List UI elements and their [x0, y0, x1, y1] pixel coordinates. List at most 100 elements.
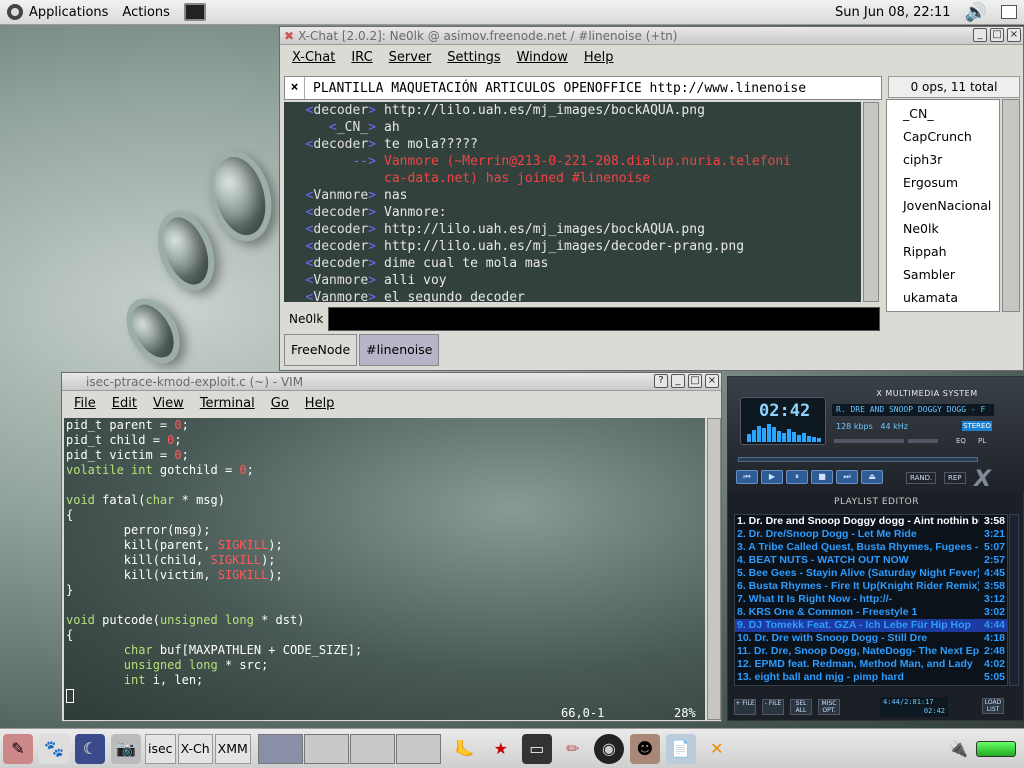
vim-help-button[interactable]: ?: [654, 374, 668, 388]
chat-nick[interactable]: <decoder>: [294, 136, 384, 153]
xmms-pl-toggle[interactable]: PL: [978, 437, 986, 445]
chat-nick[interactable]: <Vanmore>: [294, 187, 384, 204]
xmms-volume-slider[interactable]: [834, 439, 904, 443]
stop-button[interactable]: ■: [811, 470, 833, 484]
remove-file-button[interactable]: - FILE: [762, 699, 784, 715]
chat-nick[interactable]: <decoder>: [294, 102, 384, 119]
menu-help[interactable]: Help: [576, 50, 622, 65]
workspace-4[interactable]: [395, 733, 441, 764]
playlist-item[interactable]: 3. A Tribe Called Quest, Busta Rhymes, F…: [735, 541, 1007, 554]
minimize-button[interactable]: _: [973, 28, 987, 42]
playlist-item[interactable]: 5. Bee Gees - Stayin Alive (Saturday Nig…: [735, 567, 1007, 580]
nick-item[interactable]: ukamata: [887, 286, 999, 309]
vim-menu-help[interactable]: Help: [297, 396, 343, 411]
add-file-button[interactable]: + FILE: [734, 699, 756, 715]
xmms-seek-bar[interactable]: [738, 457, 978, 462]
face-icon[interactable]: ☻: [629, 733, 660, 764]
nick-item[interactable]: CapCrunch: [887, 125, 999, 148]
menu-irc[interactable]: IRC: [343, 50, 380, 65]
xmms-rand-button[interactable]: RAND.: [906, 472, 937, 484]
vim-menu-view[interactable]: View: [145, 396, 192, 411]
show-desktop-icon[interactable]: ✎: [3, 733, 33, 764]
xmms-visualizer[interactable]: [747, 422, 821, 442]
tab-freenode[interactable]: FreeNode: [284, 334, 358, 366]
pause-button[interactable]: ⏸: [786, 470, 808, 484]
eject-button[interactable]: ⏏: [861, 470, 883, 484]
nick-list[interactable]: _CN_ CapCrunch ciph3r Ergosum JovenNacional N…: [886, 99, 1000, 312]
document-icon[interactable]: 📄: [665, 733, 696, 764]
nick-item[interactable]: Rippah: [887, 240, 999, 263]
playlist-item[interactable]: 10. Dr. Dre with Snoop Dogg - Still Dre 4…: [735, 632, 1007, 645]
close-button[interactable]: ×: [1007, 28, 1021, 42]
chat-nick[interactable]: <Vanmore>: [294, 272, 384, 289]
terminal-icon-2[interactable]: ▭: [521, 733, 552, 764]
chat-nick[interactable]: <decoder>: [294, 204, 384, 221]
select-all-button[interactable]: SEL ALL: [790, 699, 812, 715]
workspace-2[interactable]: [303, 733, 349, 764]
window-list-button[interactable]: [994, 0, 1024, 24]
vim-menu-edit[interactable]: Edit: [104, 396, 145, 411]
playlist-scrollbar[interactable]: [1009, 514, 1019, 686]
playlist[interactable]: 1. Dr. Dre and Snoop Doggy dogg - Aint n…: [734, 514, 1008, 686]
clock[interactable]: Sun Jun 08, 22:11: [828, 0, 958, 24]
nick-item[interactable]: Sambler: [887, 263, 999, 286]
xmms-launcher-icon[interactable]: ✕: [702, 734, 732, 764]
tab-linenoise[interactable]: #linenoise: [359, 334, 440, 366]
star-icon[interactable]: ★: [486, 734, 516, 764]
my-nick-label[interactable]: Ne0lk: [284, 308, 328, 330]
xchat-titlebar[interactable]: ✖ X-Chat [2.0.2]: Ne0lk @ asimov.freenod…: [280, 27, 1023, 45]
gnome-foot-launcher-icon[interactable]: 🐾: [39, 733, 69, 764]
camera-icon[interactable]: 📷: [111, 733, 141, 764]
playlist-item[interactable]: 2. Dr. Dre/Snoop Dogg - Let Me Ride 3:21: [735, 528, 1007, 541]
gnome-icon[interactable]: 🦶: [450, 734, 480, 764]
xmms-time[interactable]: 02:42: [759, 401, 810, 421]
workspace-1[interactable]: [257, 733, 303, 764]
workspace-3[interactable]: [349, 733, 395, 764]
vim-editor[interactable]: pid_t parent = 0; pid_t child = 0; pid_t v…: [64, 418, 705, 720]
task-xchat[interactable]: X-Ch: [177, 733, 213, 764]
actions-menu[interactable]: Actions: [115, 0, 177, 24]
menu-window[interactable]: Window: [509, 50, 576, 65]
chat-scrollbar[interactable]: [863, 102, 879, 302]
chat-nick[interactable]: <decoder>: [294, 221, 384, 238]
playlist-item[interactable]: 1. Dr. Dre and Snoop Doggy dogg - Aint n…: [735, 515, 1007, 528]
xmms-song-title[interactable]: R. DRE AND SNOOP DOGGY DOGG - F: [832, 404, 994, 416]
vim-minimize-button[interactable]: _: [671, 374, 685, 388]
disk-icon[interactable]: ◉: [593, 733, 624, 764]
chat-nick[interactable]: <decoder>: [294, 255, 384, 272]
nick-item[interactable]: _CN_: [887, 102, 999, 125]
playlist-item[interactable]: 7. What It Is Right Now - http://- 3:12: [735, 593, 1007, 606]
load-list-button[interactable]: LOAD LIST: [982, 698, 1004, 714]
volume-control[interactable]: 🔊: [958, 0, 994, 24]
vim-menu-terminal[interactable]: Terminal: [192, 396, 263, 411]
menu-xchat[interactable]: X-Chat: [284, 50, 343, 65]
message-input[interactable]: [328, 307, 880, 331]
nick-item[interactable]: ciph3r: [887, 148, 999, 171]
topic-close-button[interactable]: ×: [285, 77, 305, 99]
menu-settings[interactable]: Settings: [439, 50, 508, 65]
menu-server[interactable]: Server: [381, 50, 440, 65]
playlist-item[interactable]: 13. eight ball and mjg - pimp hard 5:05: [735, 671, 1007, 684]
vim-menu-go[interactable]: Go: [263, 396, 297, 411]
vim-titlebar[interactable]: isec-ptrace-kmod-exploit.c (~) - VIM ? _…: [62, 373, 721, 391]
vim-close-button[interactable]: ×: [705, 374, 719, 388]
applications-menu[interactable]: Applications: [0, 0, 115, 24]
chat-nick[interactable]: <_CN_>: [294, 119, 384, 136]
moon-icon[interactable]: ☾: [75, 733, 105, 764]
nick-item[interactable]: JovenNacional: [887, 194, 999, 217]
play-button[interactable]: ▶: [761, 470, 783, 484]
nick-scrollbar[interactable]: [1002, 99, 1020, 312]
prev-button[interactable]: ⏮: [736, 470, 758, 484]
playlist-item[interactable]: 8. KRS One & Common - Freestyle 1 3:02: [735, 606, 1007, 619]
vim-maximize-button[interactable]: □: [688, 374, 702, 388]
nick-item[interactable]: Ne0lk: [887, 217, 999, 240]
task-isec[interactable]: isec: [145, 733, 176, 764]
xmms-eq-toggle[interactable]: EQ: [956, 437, 966, 445]
chat-nick[interactable]: <Vanmore>: [294, 289, 384, 302]
vim-menu-file[interactable]: File: [66, 396, 104, 411]
vim-scrollbar[interactable]: [707, 418, 721, 720]
playlist-item[interactable]: 12. EPMD feat. Redman, Method Man, and L…: [735, 658, 1007, 671]
xmms-main[interactable]: X MULTIMEDIA SYSTEM 02:42 R. DRE AND SNO…: [728, 377, 1024, 493]
playlist-item[interactable]: 9. DJ Tomekk Feat. GZA - Ich Lebe Für Hi…: [735, 619, 1007, 632]
chat-nick[interactable]: -->: [294, 153, 384, 170]
